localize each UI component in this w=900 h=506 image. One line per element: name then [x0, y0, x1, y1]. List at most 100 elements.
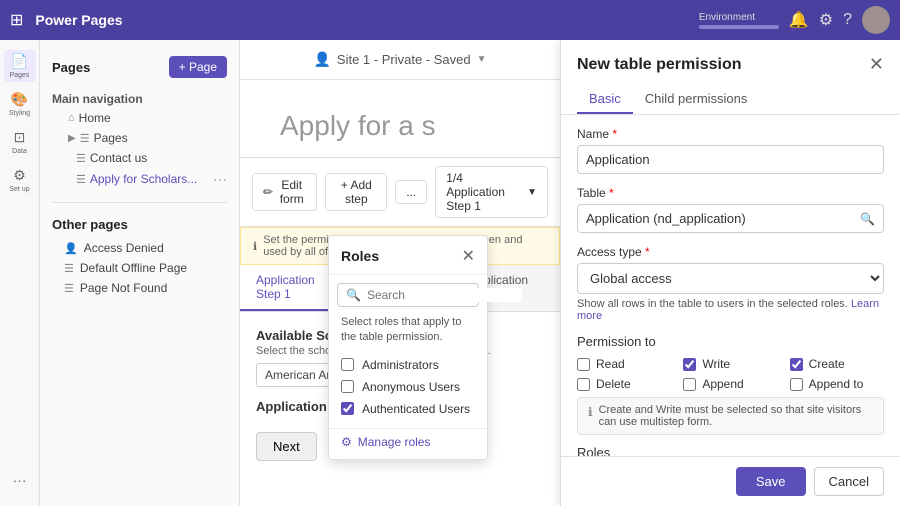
page-heading: Apply for a s: [240, 80, 560, 158]
permission-section: Permission to Read Write Create: [577, 334, 884, 435]
perm-read[interactable]: Read: [577, 357, 671, 371]
roles-item-anonymous[interactable]: Anonymous Users: [341, 376, 475, 398]
add-page-button[interactable]: + Page: [169, 56, 227, 78]
manage-roles-link[interactable]: ⚙ Manage roles: [329, 428, 487, 459]
roles-popup-title: Roles: [341, 248, 379, 264]
pages-item-icon: ☰: [80, 132, 90, 145]
chevron-icon: ▶: [68, 133, 76, 144]
more-options-button[interactable]: ...: [395, 180, 427, 204]
name-field-group: Name *: [577, 127, 884, 174]
panel-tabs: Basic Child permissions: [577, 85, 884, 114]
sidebar-divider: [52, 202, 227, 203]
panel-tab-basic[interactable]: Basic: [577, 85, 633, 114]
perm-note-icon: ℹ: [588, 405, 593, 419]
person-icon: 👤: [313, 51, 330, 68]
apply-more-icon[interactable]: ···: [213, 171, 227, 187]
perm-write[interactable]: Write: [683, 357, 777, 371]
env-label: Environment: [699, 12, 779, 23]
panel-body: Name * Table * 🔍 Access type: [561, 115, 900, 456]
main-layout: 📄 Pages 🎨 Styling ⊡ Data ⚙ Set up ··· Pa…: [0, 40, 900, 506]
table-search-icon: 🔍: [852, 212, 883, 226]
sidebar-item-pages[interactable]: ▶ ☰ Pages: [40, 128, 239, 148]
main-nav-title: Main navigation: [40, 88, 239, 108]
perm-append-to[interactable]: Append to: [790, 377, 884, 391]
icon-bar: 📄 Pages 🎨 Styling ⊡ Data ⚙ Set up ···: [0, 40, 40, 506]
content-area: 👤 Site 1 - Private - Saved ▼ Apply for a…: [240, 40, 560, 506]
iconbar-pages[interactable]: 📄 Pages: [4, 50, 36, 82]
edit-form-button[interactable]: ✏ Edit form: [252, 173, 317, 211]
avatar[interactable]: [862, 6, 890, 34]
topbar: ⊞ Power Pages Environment 🔔 ⚙ ?: [0, 0, 900, 40]
iconbar-styling[interactable]: 🎨 Styling: [4, 88, 36, 120]
sidebar-item-contact[interactable]: ☰ Contact us: [40, 148, 239, 168]
roles-popup-close-button[interactable]: ✕: [462, 246, 475, 266]
cancel-button[interactable]: Cancel: [814, 467, 884, 496]
roles-section-title: Roles: [577, 445, 884, 456]
delete-checkbox[interactable]: [577, 378, 590, 391]
next-button[interactable]: Next: [256, 432, 317, 461]
table-input[interactable]: [578, 205, 852, 232]
home-icon: ⌂: [68, 112, 75, 124]
edit-icon: ✏: [263, 185, 273, 199]
step-dropdown-icon: ▼: [527, 187, 537, 198]
write-checkbox[interactable]: [683, 358, 696, 371]
iconbar-data[interactable]: ⊡ Data: [4, 126, 36, 158]
authenticated-checkbox[interactable]: [341, 402, 354, 415]
sidebar: Pages + Page Main navigation ⌂ Home ▶ ☰ …: [40, 40, 240, 506]
roles-search-input[interactable]: [367, 288, 522, 302]
append-to-checkbox[interactable]: [790, 378, 803, 391]
settings-icon[interactable]: ⚙: [819, 10, 833, 30]
env-info: Environment: [699, 12, 779, 29]
perm-append[interactable]: Append: [683, 377, 777, 391]
dropdown-icon[interactable]: ▼: [477, 54, 487, 65]
form-toolbar: ✏ Edit form + Add step ... 1/4 Applicati…: [240, 158, 560, 227]
roles-item-authenticated[interactable]: Authenticated Users: [341, 398, 475, 420]
name-input[interactable]: [577, 145, 884, 174]
table-select-wrap: 🔍: [577, 204, 884, 233]
notification-icon[interactable]: 🔔: [789, 10, 809, 30]
panel-title-row: New table permission ✕: [577, 54, 884, 75]
permission-title: Permission to: [577, 334, 884, 349]
admin-checkbox[interactable]: [341, 358, 354, 371]
panel-tab-child[interactable]: Child permissions: [633, 85, 760, 114]
iconbar-setup[interactable]: ⚙ Set up: [4, 164, 36, 196]
sidebar-item-offline[interactable]: ☰ Default Offline Page: [40, 258, 239, 278]
table-field-group: Table * 🔍: [577, 186, 884, 233]
roles-search-container: 🔍: [337, 283, 479, 307]
sidebar-item-not-found[interactable]: ☰ Page Not Found: [40, 278, 239, 298]
save-button[interactable]: Save: [736, 467, 806, 496]
panel-title: New table permission: [577, 56, 742, 74]
styling-icon: 🎨: [11, 91, 28, 108]
add-step-button[interactable]: + Add step: [325, 173, 387, 211]
anonymous-checkbox[interactable]: [341, 380, 354, 393]
step-indicator[interactable]: 1/4 Application Step 1 ▼: [435, 166, 548, 218]
append-checkbox[interactable]: [683, 378, 696, 391]
help-icon[interactable]: ?: [843, 11, 852, 29]
access-type-select[interactable]: Global access Contact access Account acc…: [577, 263, 884, 294]
iconbar-more[interactable]: ···: [4, 464, 36, 496]
setup-icon: ⚙: [13, 167, 26, 184]
perm-create[interactable]: Create: [790, 357, 884, 371]
create-checkbox[interactable]: [790, 358, 803, 371]
info-icon: ℹ: [253, 240, 257, 253]
access-denied-icon: 👤: [64, 242, 78, 255]
access-info: Show all rows in the table to users in t…: [577, 298, 884, 322]
roles-popup-header: Roles ✕: [329, 236, 487, 275]
main-nav-group: Main navigation ⌂ Home ▶ ☰ Pages ☰ Conta…: [40, 84, 239, 194]
not-found-icon: ☰: [64, 282, 74, 295]
sidebar-item-home[interactable]: ⌂ Home: [40, 108, 239, 128]
sidebar-item-access-denied[interactable]: 👤 Access Denied: [40, 238, 239, 258]
sidebar-item-apply[interactable]: ☰ Apply for Scholars... ···: [40, 168, 239, 190]
topbar-right: Environment 🔔 ⚙ ?: [699, 6, 890, 34]
roles-item-administrators[interactable]: Administrators: [341, 354, 475, 376]
read-checkbox[interactable]: [577, 358, 590, 371]
roles-list: Administrators Anonymous Users Authentic…: [329, 354, 487, 428]
roles-search-icon: 🔍: [346, 288, 361, 302]
perm-note: ℹ Create and Write must be selected so t…: [577, 397, 884, 435]
right-panel: New table permission ✕ Basic Child permi…: [560, 40, 900, 506]
perm-delete[interactable]: Delete: [577, 377, 671, 391]
roles-section: Roles + + Add roles 👤 Authenticated User…: [577, 445, 884, 456]
access-type-label: Access type *: [577, 245, 884, 259]
data-icon: ⊡: [14, 129, 26, 146]
panel-close-button[interactable]: ✕: [869, 54, 884, 75]
